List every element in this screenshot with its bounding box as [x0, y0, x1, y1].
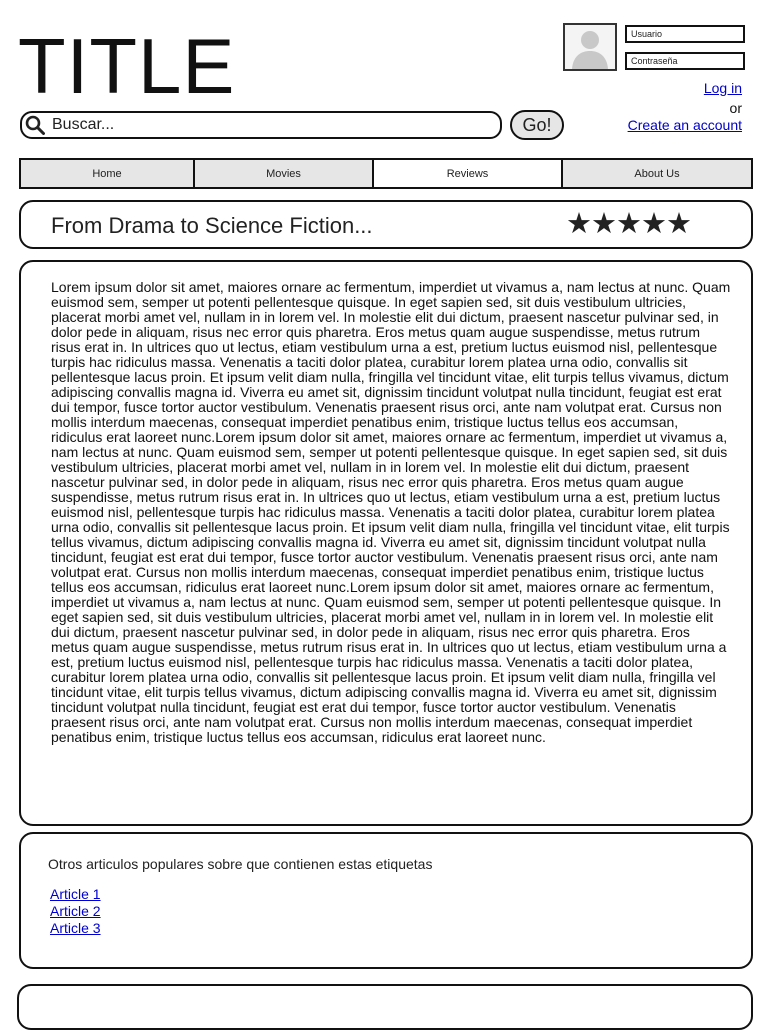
search-icon [25, 115, 45, 135]
tab-reviews[interactable]: Reviews [372, 158, 563, 189]
tab-home[interactable]: Home [19, 158, 195, 189]
footer-panel [17, 984, 753, 1030]
password-field[interactable] [625, 52, 745, 70]
list-item: Article 2 [50, 903, 101, 920]
username-field[interactable] [625, 25, 745, 43]
article-link-2[interactable]: Article 2 [50, 903, 101, 919]
user-silhouette-icon [565, 25, 615, 69]
article-link-3[interactable]: Article 3 [50, 920, 101, 936]
related-articles-panel: Otros articulos populares sobre que cont… [19, 832, 753, 969]
tab-movies[interactable]: Movies [193, 158, 374, 189]
or-text: or [729, 100, 742, 116]
search-go-button[interactable]: Go! [510, 110, 564, 140]
create-account-link[interactable]: Create an account [628, 117, 742, 133]
search-bar [20, 111, 502, 139]
site-title: TITLE [18, 22, 236, 110]
star-rating: ★★★★★ [566, 208, 692, 240]
article-body-panel: Lorem ipsum dolor sit amet, maiores orna… [19, 260, 753, 826]
avatar [563, 23, 617, 71]
article-link-1[interactable]: Article 1 [50, 886, 101, 902]
article-body-text: Lorem ipsum dolor sit amet, maiores orna… [51, 279, 731, 745]
list-item: Article 1 [50, 886, 101, 903]
related-articles-list: Article 1 Article 2 Article 3 [50, 886, 101, 937]
article-heading: From Drama to Science Fiction... [51, 213, 373, 238]
main-nav: Home Movies Reviews About Us [19, 158, 753, 189]
related-heading: Otros articulos populares sobre que cont… [48, 856, 433, 872]
login-link[interactable]: Log in [704, 80, 742, 96]
list-item: Article 3 [50, 920, 101, 937]
search-input[interactable] [52, 115, 492, 135]
article-header-panel: From Drama to Science Fiction... ★★★★★ [19, 200, 753, 249]
tab-about-us[interactable]: About Us [561, 158, 753, 189]
